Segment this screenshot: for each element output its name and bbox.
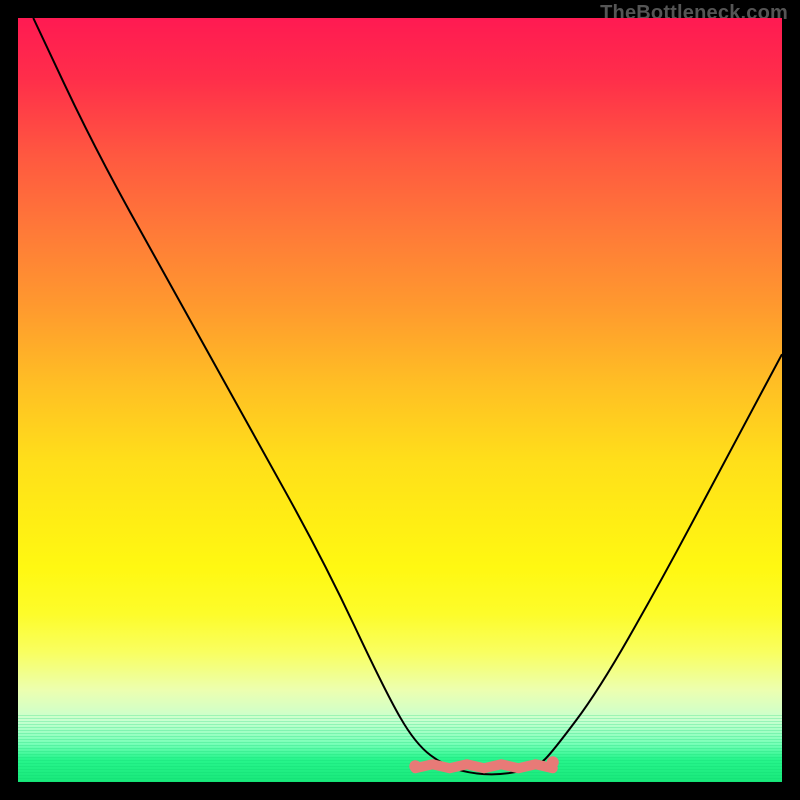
optimal-range-dot-left (409, 760, 421, 772)
optimal-range-dot-right (547, 756, 559, 768)
chart-container: TheBottleneck.com (0, 0, 800, 800)
curve-layer (18, 18, 782, 782)
bottleneck-curve (33, 18, 782, 774)
optimal-range-highlight (415, 764, 553, 768)
plot-area (18, 18, 782, 782)
